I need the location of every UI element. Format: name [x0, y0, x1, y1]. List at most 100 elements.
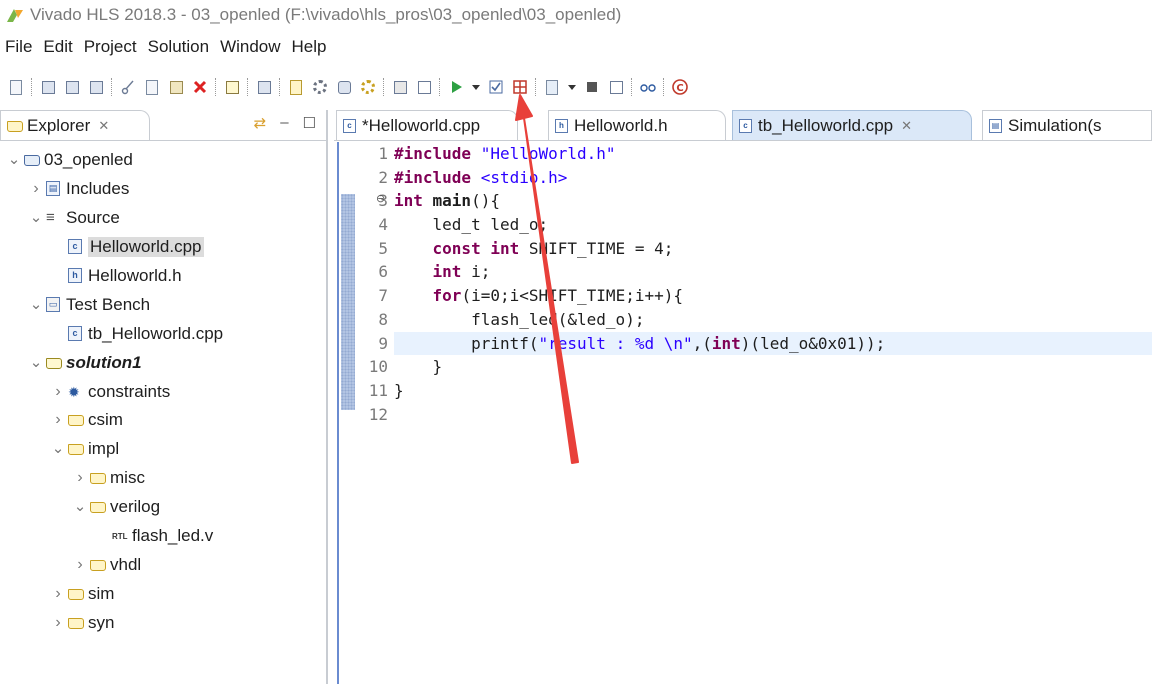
tree-item[interactable]: ⌄ verilog	[0, 493, 326, 522]
menu-solution[interactable]: Solution	[143, 37, 215, 57]
code-token: printf(	[394, 333, 539, 353]
line-number: 11	[368, 380, 388, 400]
code-line[interactable]: for(i=0;i<SHIFT_TIME;i++){	[394, 284, 1152, 308]
tab-helloworld-h[interactable]: h Helloworld.h	[548, 110, 726, 140]
code-line[interactable]: const int SHIFT_TIME = 4;	[394, 237, 1152, 261]
menu-window[interactable]: Window	[215, 37, 286, 57]
tree-item[interactable]: ⌄ ≡ Source	[0, 204, 326, 233]
code-line[interactable]	[394, 403, 1152, 427]
print-icon[interactable]	[222, 76, 242, 98]
tree-item[interactable]: ⌄ ▭ Test Bench	[0, 290, 326, 319]
chevron-right-icon[interactable]: ›	[50, 383, 66, 401]
code-line[interactable]: }	[394, 379, 1152, 403]
menu-project[interactable]: Project	[79, 37, 143, 57]
code-line[interactable]: #include <stdio.h>	[394, 166, 1152, 190]
paste-icon[interactable]	[166, 76, 186, 98]
grid-icon[interactable]	[510, 76, 530, 98]
tab-label: *Helloworld.cpp	[362, 115, 481, 135]
solution-icon	[46, 355, 62, 371]
close-icon[interactable]: ✕	[901, 118, 912, 134]
layout-icon[interactable]	[254, 76, 274, 98]
code-line[interactable]: led_t led_o;	[394, 213, 1152, 237]
chevron-right-icon[interactable]: ›	[50, 585, 66, 603]
chevron-down-icon[interactable]: ⌄	[72, 499, 88, 514]
cpp-file-icon: c	[68, 239, 84, 255]
compare-icon[interactable]	[606, 76, 626, 98]
export-icon[interactable]	[390, 76, 410, 98]
tree-item[interactable]: RTL flash_led.v	[0, 522, 326, 551]
code-token: ,(	[692, 333, 712, 353]
menu-file[interactable]: File	[0, 37, 38, 57]
tree-item[interactable]: ⌄ impl	[0, 435, 326, 464]
code-line[interactable]: int main(){	[394, 189, 1152, 213]
analysis-icon[interactable]	[638, 76, 658, 98]
chevron-right-icon[interactable]: ›	[50, 614, 66, 632]
open-project-icon[interactable]	[334, 76, 354, 98]
fold-marker-icon[interactable]: ⊖	[376, 192, 385, 205]
code-line[interactable]: #include "HelloWorld.h"	[394, 142, 1152, 166]
checkbox-icon[interactable]	[486, 76, 506, 98]
folder-icon	[90, 557, 106, 573]
chevron-right-icon[interactable]: ›	[72, 556, 88, 574]
stop-icon[interactable]	[582, 76, 602, 98]
tree-item[interactable]: h Helloworld.h	[0, 262, 326, 291]
tree-item[interactable]: c Helloworld.cpp	[0, 233, 326, 262]
chevron-down-icon[interactable]: ⌄	[28, 297, 44, 312]
tree-item[interactable]: › sim	[0, 579, 326, 608]
console-icon[interactable]	[414, 76, 434, 98]
delete-icon[interactable]	[190, 76, 210, 98]
tab-helloworld-cpp[interactable]: c *Helloworld.cpp	[336, 110, 518, 140]
save-all-icon[interactable]	[62, 76, 82, 98]
chevron-down-icon[interactable]: ⌄	[6, 152, 22, 167]
project-icon	[24, 152, 40, 168]
code-line[interactable]: flash_led(&led_o);	[394, 308, 1152, 332]
code-token: int	[711, 333, 741, 353]
chevron-down-icon[interactable]: ⌄	[28, 210, 44, 225]
tree-item[interactable]: ⌄ solution1	[0, 348, 326, 377]
new-file-icon[interactable]	[6, 76, 26, 98]
run-c-simulation-icon[interactable]	[446, 76, 466, 98]
chevron-right-icon[interactable]: ›	[50, 411, 66, 429]
code-text[interactable]: #include "HelloWorld.h" #include <stdio.h…	[394, 142, 1152, 426]
tab-simulation[interactable]: ▤ Simulation(s	[982, 110, 1152, 140]
chevron-right-icon[interactable]: ›	[72, 469, 88, 487]
tree-item[interactable]: › vhdl	[0, 550, 326, 579]
export-dropdown-icon[interactable]	[566, 76, 578, 98]
chevron-right-icon[interactable]: ›	[28, 180, 44, 198]
settings-gear-icon[interactable]	[310, 76, 330, 98]
export-rtl-icon[interactable]	[542, 76, 562, 98]
menu-help[interactable]: Help	[287, 37, 333, 57]
cut-icon[interactable]	[118, 76, 138, 98]
explorer-tab[interactable]: Explorer ✕	[0, 110, 150, 140]
tree-item[interactable]: › ✹ constraints	[0, 377, 326, 406]
synthesis-gear-icon[interactable]	[358, 76, 378, 98]
code-line[interactable]: }	[394, 355, 1152, 379]
tree-item[interactable]: c tb_Helloworld.cpp	[0, 319, 326, 348]
link-with-editor-icon[interactable]: ⇄	[254, 114, 267, 132]
line-number-gutter: 1 2 3 ⊖ 4 5 6 7 8 9 10 11 12	[354, 142, 392, 426]
chevron-down-icon[interactable]: ⌄	[50, 441, 66, 456]
menu-edit[interactable]: Edit	[38, 37, 78, 57]
tree-item[interactable]: › csim	[0, 406, 326, 435]
tree-item[interactable]: ⌄ 03_openled	[0, 146, 326, 175]
save-as-icon[interactable]	[86, 76, 106, 98]
cpp-file-icon: c	[68, 325, 84, 342]
new-solution-icon[interactable]	[286, 76, 306, 98]
tree-item[interactable]: › misc	[0, 464, 326, 493]
copy-icon[interactable]	[142, 76, 162, 98]
close-icon[interactable]: ✕	[98, 118, 109, 134]
code-line[interactable]: int i;	[394, 260, 1152, 284]
maximize-icon[interactable]: ☐	[303, 114, 316, 132]
save-icon[interactable]	[38, 76, 58, 98]
minimize-icon[interactable]: ‒	[280, 114, 288, 132]
tree-item[interactable]: › ▤ Includes	[0, 175, 326, 204]
code-editor[interactable]: 1 2 3 ⊖ 4 5 6 7 8 9 10 11 12 #include "HelloWorld.h"…	[334, 142, 1152, 684]
code-line[interactable]: printf("result : %d \n",(int)(led_o&0x01…	[394, 331, 1152, 356]
chevron-down-icon[interactable]: ⌄	[28, 355, 44, 370]
explorer-tab-label: Explorer	[27, 115, 91, 135]
debug-icon[interactable]: C	[670, 76, 690, 98]
run-dropdown-icon[interactable]	[470, 76, 482, 98]
tree-item[interactable]: › syn	[0, 608, 326, 637]
tab-tb-helloworld-cpp[interactable]: c tb_Helloworld.cpp ✕	[732, 110, 972, 140]
